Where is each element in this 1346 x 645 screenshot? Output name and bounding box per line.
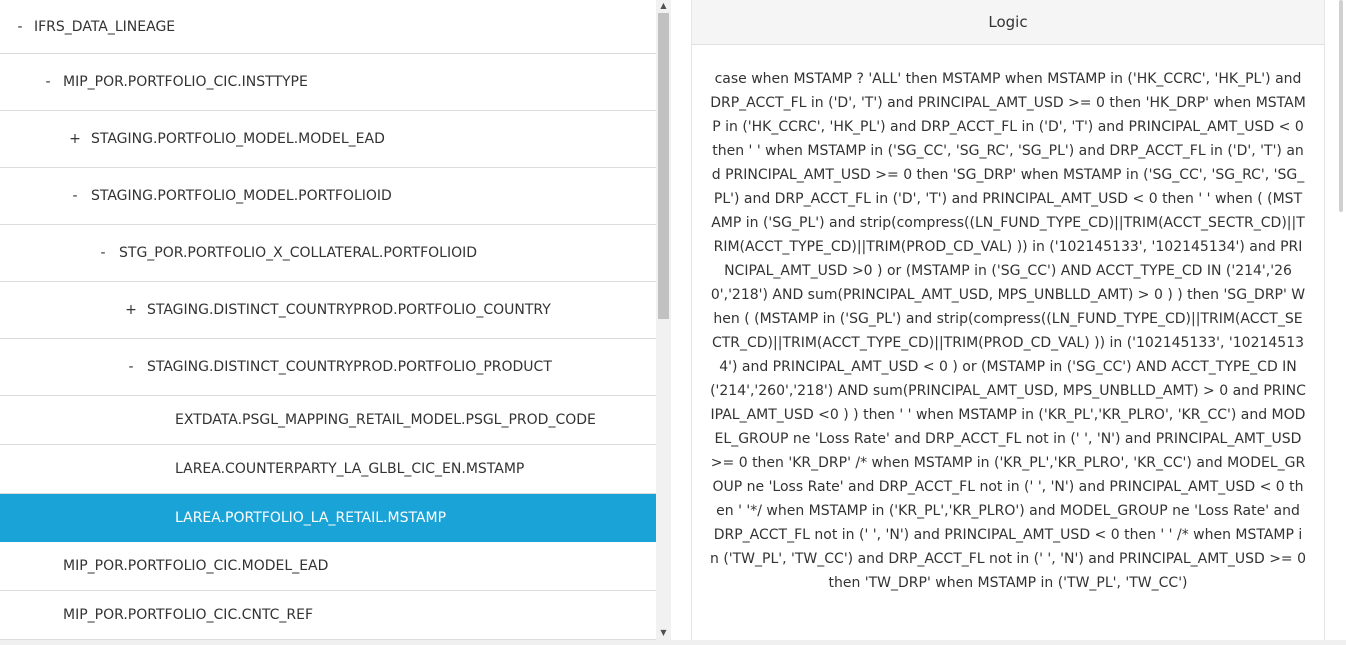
- tree-node[interactable]: + STAGING.PORTFOLIO_MODEL.MODEL_EAD: [0, 111, 656, 168]
- logic-title: Logic: [988, 13, 1028, 31]
- tree-leaf[interactable]: MIP_POR.PORTFOLIO_CIC.MODEL_EAD: [0, 542, 656, 591]
- tree-node-label: STAGING.PORTFOLIO_MODEL.MODEL_EAD: [91, 131, 385, 147]
- scrollbar-thumb[interactable]: [658, 13, 669, 319]
- tree-node-label: STAGING.DISTINCT_COUNTRYPROD.PORTFOLIO_C…: [147, 302, 551, 318]
- tree-node-label: EXTDATA.PSGL_MAPPING_RETAIL_MODEL.PSGL_P…: [175, 412, 596, 428]
- collapse-toggle[interactable]: -: [125, 358, 137, 376]
- tree-leaf[interactable]: LAREA.COUNTERPARTY_LA_GLBL_CIC_EN.MSTAMP: [0, 445, 656, 494]
- tree-node-label: STAGING.PORTFOLIO_MODEL.PORTFOLIOID: [91, 188, 392, 204]
- tree-node[interactable]: + STAGING.DISTINCT_COUNTRYPROD.PORTFOLIO…: [0, 282, 656, 339]
- tree-node[interactable]: - STG_POR.PORTFOLIO_X_COLLATERAL.PORTFOL…: [0, 225, 656, 282]
- tree-leaf-selected[interactable]: LAREA.PORTFOLIO_LA_RETAIL.MSTAMP: [0, 494, 656, 542]
- tree-node[interactable]: - STAGING.PORTFOLIO_MODEL.PORTFOLIOID: [0, 168, 656, 225]
- tree-node[interactable]: - IFRS_DATA_LINEAGE: [0, 0, 656, 54]
- logic-scrollbar[interactable]: [1336, 0, 1346, 645]
- expand-toggle[interactable]: +: [125, 301, 137, 319]
- tree-node-label: MIP_POR.PORTFOLIO_CIC.INSTTYPE: [63, 74, 308, 90]
- tree-node-label: LAREA.COUNTERPARTY_LA_GLBL_CIC_EN.MSTAMP: [175, 461, 525, 477]
- collapse-toggle[interactable]: -: [42, 73, 54, 91]
- logic-header: Logic: [692, 0, 1324, 45]
- tree-node-label: MIP_POR.PORTFOLIO_CIC.CNTC_REF: [63, 607, 314, 623]
- tree-leaf[interactable]: MIP_POR.PORTFOLIO_CIC.CNTC_REF: [0, 591, 656, 640]
- tree-node-label: MIP_POR.PORTFOLIO_CIC.MODEL_EAD: [63, 558, 329, 574]
- tree-node-label: IFRS_DATA_LINEAGE: [34, 18, 176, 35]
- logic-panel: Logic case when MSTAMP ? 'ALL' then MSTA…: [691, 0, 1325, 645]
- logic-text: case when MSTAMP ? 'ALL' then MSTAMP whe…: [710, 71, 1307, 591]
- tree-node[interactable]: - MIP_POR.PORTFOLIO_CIC.INSTTYPE: [0, 54, 656, 111]
- scroll-up-arrow-icon[interactable]: ▲: [656, 0, 671, 12]
- collapse-toggle[interactable]: -: [97, 244, 109, 262]
- collapse-toggle[interactable]: -: [69, 187, 81, 205]
- expand-toggle[interactable]: +: [69, 130, 81, 148]
- tree-node[interactable]: - STAGING.DISTINCT_COUNTRYPROD.PORTFOLIO…: [0, 339, 656, 396]
- tree-node-label: STAGING.DISTINCT_COUNTRYPROD.PORTFOLIO_P…: [147, 359, 552, 375]
- divider: [0, 640, 1346, 645]
- lineage-tree: - IFRS_DATA_LINEAGE - MIP_POR.PORTFOLIO_…: [0, 0, 656, 640]
- scroll-down-arrow-icon[interactable]: ▼: [656, 627, 671, 639]
- tree-scrollbar[interactable]: ▲ ▼: [656, 0, 671, 640]
- tree-node-label: LAREA.PORTFOLIO_LA_RETAIL.MSTAMP: [175, 509, 447, 526]
- tree-leaf[interactable]: EXTDATA.PSGL_MAPPING_RETAIL_MODEL.PSGL_P…: [0, 396, 656, 445]
- scrollbar-thumb[interactable]: [1339, 0, 1343, 212]
- collapse-toggle[interactable]: -: [14, 18, 26, 36]
- tree-node-label: STG_POR.PORTFOLIO_X_COLLATERAL.PORTFOLIO…: [119, 245, 478, 261]
